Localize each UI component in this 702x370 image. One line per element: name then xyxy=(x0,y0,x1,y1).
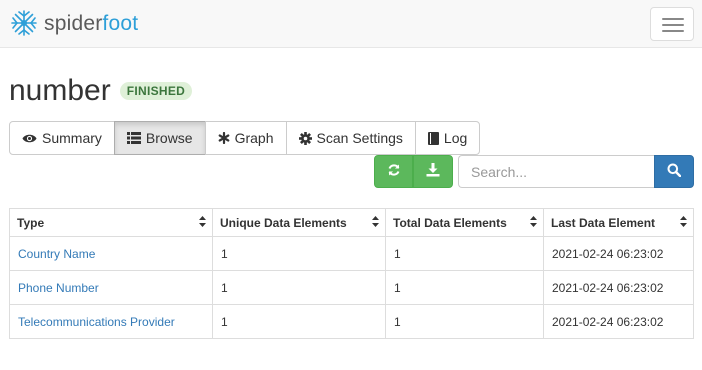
last-element-cell: 2021-02-24 06:23:02 xyxy=(543,304,694,339)
type-link[interactable]: Country Name xyxy=(18,247,95,261)
eye-icon xyxy=(22,133,37,144)
refresh-button[interactable] xyxy=(374,155,413,188)
tab-label: Log xyxy=(443,130,468,146)
hamburger-menu-icon xyxy=(662,18,684,20)
column-header-label: Total Data Elements xyxy=(393,215,507,230)
column-header-last[interactable]: Last Data Element xyxy=(543,208,694,237)
type-link[interactable]: Telecommunications Provider xyxy=(18,315,175,329)
sort-icon xyxy=(680,215,687,230)
last-element-cell: 2021-02-24 06:23:02 xyxy=(543,236,694,271)
search-button[interactable] xyxy=(654,155,694,188)
hamburger-bar xyxy=(662,30,684,32)
book-icon xyxy=(427,131,439,145)
spiderfoot-logo-icon xyxy=(10,9,38,37)
scan-tabs: Summary Browse Graph Scan Settings Log xyxy=(9,121,481,155)
sort-icon xyxy=(372,215,379,230)
table-row: Country Name 1 1 2021-02-24 06:23:02 xyxy=(9,236,694,271)
table-row: Telecommunications Provider 1 1 2021-02-… xyxy=(9,304,694,339)
tab-label: Scan Settings xyxy=(316,130,403,146)
tab-label: Graph xyxy=(234,130,274,146)
sort-icon xyxy=(199,215,206,230)
tab-scan-settings[interactable]: Scan Settings xyxy=(285,121,416,155)
unique-count-cell: 1 xyxy=(212,236,386,271)
column-header-label: Last Data Element xyxy=(551,215,656,230)
tab-label: Browse xyxy=(145,130,193,146)
type-cell: Telecommunications Provider xyxy=(9,304,213,339)
table-row: Phone Number 1 1 2021-02-24 06:23:02 xyxy=(9,270,694,305)
table-header-row: Type Unique Data Elements Total Data Ele… xyxy=(9,208,694,237)
page-title: number xyxy=(9,74,111,107)
download-button[interactable] xyxy=(413,155,453,188)
column-header-type[interactable]: Type xyxy=(9,208,213,237)
scan-header: number FINISHED xyxy=(9,74,193,107)
search-icon xyxy=(667,163,682,180)
tab-summary[interactable]: Summary xyxy=(9,121,115,155)
total-count-cell: 1 xyxy=(385,236,544,271)
list-icon xyxy=(126,132,141,144)
tab-browse[interactable]: Browse xyxy=(113,121,206,155)
search-input[interactable] xyxy=(458,155,655,188)
brand-link[interactable]: spiderfoot xyxy=(10,9,138,37)
column-header-unique[interactable]: Unique Data Elements xyxy=(212,208,386,237)
type-link[interactable]: Phone Number xyxy=(18,281,99,295)
tab-graph[interactable]: Graph xyxy=(204,121,287,155)
download-icon xyxy=(426,163,440,180)
status-badge: FINISHED xyxy=(119,82,193,100)
type-cell: Phone Number xyxy=(9,270,213,305)
gear-icon xyxy=(298,131,312,145)
brand-name-spider: spider xyxy=(44,11,103,35)
type-cell: Country Name xyxy=(9,236,213,271)
brand-name-foot: foot xyxy=(102,11,139,35)
tab-label: Summary xyxy=(42,130,102,146)
total-count-cell: 1 xyxy=(385,304,544,339)
asterisk-icon xyxy=(218,132,230,144)
last-element-cell: 2021-02-24 06:23:02 xyxy=(543,270,694,305)
unique-count-cell: 1 xyxy=(212,304,386,339)
tab-log[interactable]: Log xyxy=(414,121,481,155)
unique-count-cell: 1 xyxy=(212,270,386,305)
sort-icon xyxy=(530,215,537,230)
column-header-total[interactable]: Total Data Elements xyxy=(385,208,544,237)
refresh-icon xyxy=(387,163,401,180)
navbar-toggle-button[interactable] xyxy=(650,7,694,41)
hamburger-bar xyxy=(662,24,684,26)
navbar: spiderfoot xyxy=(0,0,702,48)
total-count-cell: 1 xyxy=(385,270,544,305)
column-header-label: Unique Data Elements xyxy=(220,215,347,230)
column-header-label: Type xyxy=(17,215,45,230)
data-table: Type Unique Data Elements Total Data Ele… xyxy=(9,208,694,339)
